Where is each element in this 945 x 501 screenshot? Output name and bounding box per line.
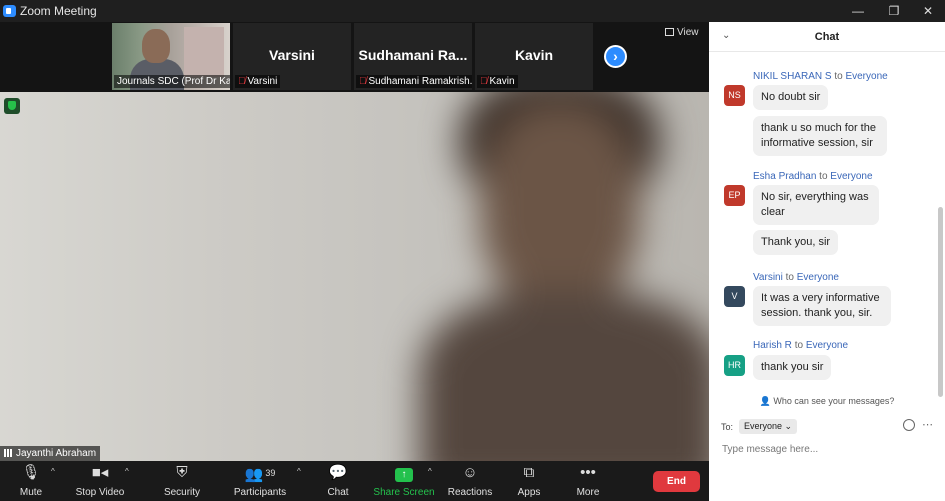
- chat-title: Chat: [814, 31, 840, 43]
- participants-options-caret[interactable]: ^: [297, 467, 301, 476]
- mute-button[interactable]: 🎙 Mute: [10, 461, 52, 501]
- to-label: To:: [721, 422, 734, 432]
- chat-button[interactable]: 💬 Chat: [320, 461, 356, 501]
- participant-name: Sudhamani Ra...: [358, 47, 468, 63]
- stop-video-button[interactable]: ■◂ Stop Video: [72, 461, 128, 501]
- sender-name[interactable]: Harish R: [753, 340, 792, 351]
- participants-button[interactable]: 👥 39 Participants: [232, 461, 288, 501]
- apps-icon: ⧉: [523, 464, 535, 481]
- muted-mic-icon: 🎙̸: [480, 76, 488, 87]
- participant-label: 🎙̸ Varsini: [235, 75, 281, 88]
- signal-icon: [4, 449, 13, 457]
- apps-button[interactable]: ⧉ Apps: [512, 461, 546, 501]
- chat-message[interactable]: Thank you, sir: [753, 230, 839, 255]
- video-area: Journals SDC (Prof Dr Kar... Varsini 🎙̸V…: [0, 22, 709, 461]
- more-options-icon[interactable]: ⋯: [922, 418, 933, 431]
- participant-label: 🎙̸ Sudhamani Ramakrish...: [356, 75, 472, 88]
- thumbnail-tile[interactable]: Sudhamani Ra... 🎙̸ Sudhamani Ramakrish...: [354, 23, 472, 90]
- who-can-see-link[interactable]: 👤 Who can see your messages?: [709, 396, 945, 407]
- reactions-button[interactable]: ☺ Reactions: [446, 461, 494, 501]
- camera-icon: ■◂: [91, 464, 109, 481]
- thumbnail-strip: Journals SDC (Prof Dr Kar... Varsini 🎙̸V…: [0, 22, 709, 92]
- window-title: Zoom Meeting: [20, 4, 97, 18]
- avatar: V: [724, 286, 745, 307]
- message-header: Esha Pradhan to Everyone: [753, 171, 873, 182]
- chat-message[interactable]: No doubt sir: [753, 85, 829, 110]
- participant-name: Kavin: [514, 47, 554, 63]
- thumbnail-tile[interactable]: Kavin 🎙̸ Kavin: [475, 23, 593, 90]
- grid-icon: [665, 28, 674, 36]
- muted-mic-icon: 🎙̸: [238, 76, 246, 87]
- view-button[interactable]: View: [665, 27, 699, 38]
- participant-name: Varsini: [269, 47, 315, 63]
- more-button[interactable]: ••• More: [570, 461, 606, 501]
- shield-icon: ⛨: [176, 464, 188, 481]
- meeting-toolbar: 🎙 Mute ^ ■◂ Stop Video ^ ⛨ Security 👥 39 …: [0, 461, 709, 501]
- ellipsis-icon: •••: [580, 464, 596, 481]
- recipient-name: Everyone: [796, 272, 839, 283]
- avatar: HR: [724, 355, 745, 376]
- participant-count: 39: [265, 468, 276, 478]
- person-lock-icon: 👤: [759, 396, 771, 406]
- share-screen-button[interactable]: ↑ Share Screen: [372, 461, 436, 501]
- share-options-caret[interactable]: ^: [428, 467, 432, 476]
- participant-label: 🎙̸ Kavin: [477, 75, 518, 88]
- active-speaker-label: Jayanthi Abraham: [0, 446, 101, 461]
- encryption-shield-icon[interactable]: [4, 98, 20, 114]
- chat-panel: ⌄ Chat NIKIL SHARAN S to Everyone NS No …: [709, 22, 945, 501]
- recipient-row: To: Everyone ⌄ ⋯: [721, 418, 935, 436]
- microphone-icon: 🎙: [21, 464, 41, 481]
- chevron-down-icon: ⌄: [784, 421, 793, 431]
- message-header: Harish R to Everyone: [753, 340, 849, 351]
- active-speaker-video: Jayanthi Abraham: [0, 92, 709, 461]
- chat-header: ⌄ Chat: [709, 22, 945, 52]
- window-titlebar: Zoom Meeting — ❐ ✕: [0, 0, 945, 22]
- message-input[interactable]: Type message here...: [722, 444, 818, 455]
- security-button[interactable]: ⛨ Security: [160, 461, 204, 501]
- zoom-logo-icon: [3, 5, 16, 17]
- participants-icon: 👥: [244, 466, 264, 483]
- share-screen-icon: ↑: [395, 468, 413, 482]
- chat-bubble-icon: 💬: [328, 464, 348, 481]
- participant-label: Journals SDC (Prof Dr Kar...: [114, 75, 230, 88]
- chat-message[interactable]: It was a very informative session. thank…: [753, 286, 891, 326]
- smiley-icon: ☺: [462, 464, 478, 481]
- sender-name[interactable]: Varsini: [753, 272, 783, 283]
- audio-options-caret[interactable]: ^: [51, 467, 55, 476]
- muted-mic-icon: 🎙̸: [359, 76, 367, 87]
- message-header: NIKIL SHARAN S to Everyone: [753, 71, 888, 82]
- avatar: NS: [724, 85, 745, 106]
- video-options-caret[interactable]: ^: [125, 467, 129, 476]
- emoji-icon[interactable]: [903, 419, 915, 431]
- message-header: Varsini to Everyone: [753, 272, 839, 283]
- next-page-arrow-icon[interactable]: ›: [604, 45, 627, 68]
- avatar: EP: [724, 185, 745, 206]
- thumbnail-tile[interactable]: Varsini 🎙̸ Varsini: [233, 23, 351, 90]
- recipient-name: Everyone: [845, 71, 888, 82]
- close-button[interactable]: ✕: [910, 0, 945, 22]
- chat-scrollbar[interactable]: [938, 207, 943, 397]
- speaker-figure: [420, 92, 709, 461]
- recipient-select[interactable]: Everyone ⌄: [739, 419, 798, 434]
- sender-name[interactable]: Esha Pradhan: [753, 171, 816, 182]
- chat-message[interactable]: thank u so much for the informative sess…: [753, 116, 887, 156]
- chat-message[interactable]: thank you sir: [753, 355, 832, 380]
- end-meeting-button[interactable]: End: [653, 471, 700, 492]
- recipient-name: Everyone: [805, 340, 849, 351]
- sender-name[interactable]: NIKIL SHARAN S: [753, 71, 832, 82]
- thumbnail-tile[interactable]: Journals SDC (Prof Dr Kar...: [112, 23, 230, 90]
- recipient-name: Everyone: [830, 171, 873, 182]
- minimize-button[interactable]: —: [840, 0, 876, 22]
- chat-message[interactable]: No sir, everything was clear: [753, 185, 879, 225]
- restore-button[interactable]: ❐: [876, 0, 912, 22]
